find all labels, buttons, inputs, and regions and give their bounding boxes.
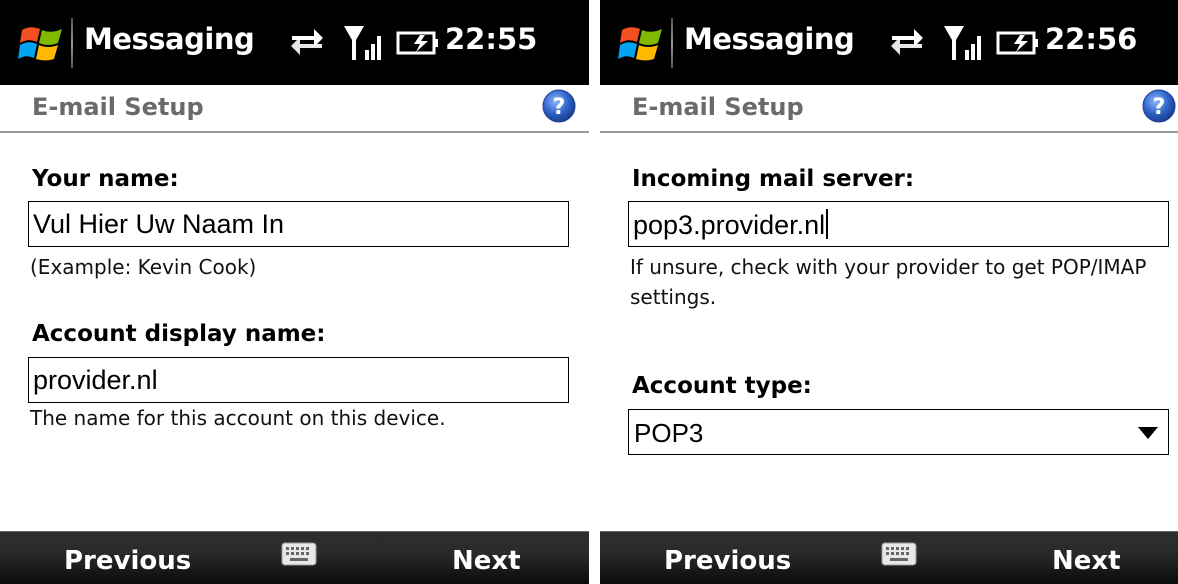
email-setup-screen-1: Messaging 22:55 E-mail Setup ? Your name… <box>0 0 589 584</box>
svg-text:?: ? <box>553 95 566 120</box>
incoming-mail-server-value: pop3.provider.nl <box>633 210 826 240</box>
next-button[interactable]: Next <box>1052 546 1121 576</box>
clock[interactable]: 22:55 <box>445 22 537 56</box>
status-bar: Messaging 22:56 <box>600 0 1178 85</box>
connectivity-icon[interactable] <box>288 24 326 60</box>
app-title: Messaging <box>84 22 255 56</box>
account-type-label: Account type: <box>632 373 812 399</box>
status-divider <box>671 18 673 68</box>
email-setup-screen-2: Messaging 22:56 E-mail Setup ? Incoming … <box>600 0 1178 584</box>
keyboard-icon[interactable] <box>881 542 917 568</box>
connectivity-icon[interactable] <box>888 24 926 60</box>
clock[interactable]: 22:56 <box>1045 22 1137 56</box>
account-display-name-hint: The name for this account on this device… <box>30 406 446 430</box>
account-type-select[interactable]: POP3 <box>628 409 1169 455</box>
battery-icon[interactable] <box>396 30 440 56</box>
next-button[interactable]: Next <box>452 546 521 576</box>
softkey-bar: Previous Next <box>600 531 1178 584</box>
previous-button[interactable]: Previous <box>64 546 191 576</box>
account-type-value: POP3 <box>634 418 704 448</box>
dropdown-arrow-icon[interactable] <box>1138 427 1158 439</box>
title-bar: E-mail Setup ? <box>600 85 1178 133</box>
status-divider <box>71 18 73 68</box>
help-icon[interactable]: ? <box>541 88 577 124</box>
help-icon[interactable]: ? <box>1141 88 1177 124</box>
windows-start-icon[interactable] <box>618 22 666 64</box>
page-title: E-mail Setup <box>632 93 804 121</box>
windows-start-icon[interactable] <box>18 22 66 64</box>
battery-icon[interactable] <box>996 30 1040 56</box>
app-title: Messaging <box>684 22 855 56</box>
incoming-mail-server-input[interactable]: pop3.provider.nl <box>628 201 1169 247</box>
previous-button[interactable]: Previous <box>664 546 791 576</box>
status-bar: Messaging 22:55 <box>0 0 589 85</box>
account-display-name-input[interactable]: provider.nl <box>28 357 569 403</box>
your-name-label: Your name: <box>32 166 179 192</box>
softkey-bar: Previous Next <box>0 531 589 584</box>
incoming-mail-server-label: Incoming mail server: <box>632 166 915 192</box>
title-bar: E-mail Setup ? <box>0 85 589 133</box>
page-title: E-mail Setup <box>32 93 204 121</box>
account-display-name-label: Account display name: <box>32 321 326 347</box>
your-name-input[interactable]: Vul Hier Uw Naam In <box>28 201 569 247</box>
signal-strength-icon[interactable] <box>342 22 384 64</box>
your-name-hint: (Example: Kevin Cook) <box>30 255 257 279</box>
incoming-mail-server-hint: If unsure, check with your provider to g… <box>630 255 1147 309</box>
signal-strength-icon[interactable] <box>942 22 984 64</box>
text-caret <box>826 209 829 239</box>
keyboard-icon[interactable] <box>281 542 317 568</box>
svg-text:?: ? <box>1153 95 1166 120</box>
